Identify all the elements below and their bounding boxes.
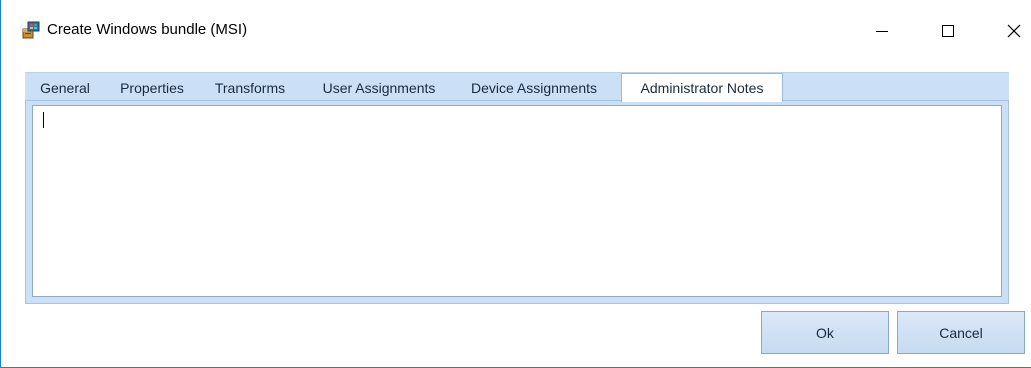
ok-button[interactable]: Ok bbox=[761, 311, 889, 354]
maximize-button[interactable] bbox=[925, 12, 971, 50]
tab-user-assignments[interactable]: User Assignments bbox=[309, 75, 449, 101]
installer-package-icon bbox=[21, 20, 41, 40]
administrator-notes-textarea[interactable] bbox=[32, 105, 1002, 297]
minimize-icon bbox=[876, 30, 888, 32]
tab-transforms[interactable]: Transforms bbox=[205, 75, 295, 101]
minimize-button[interactable] bbox=[859, 12, 905, 50]
tab-general[interactable]: General bbox=[29, 75, 101, 101]
text-caret bbox=[43, 112, 44, 128]
title-bar[interactable]: Create Windows bundle (MSI) bbox=[1, 0, 1031, 62]
dialog-window: Create Windows bundle (MSI) General Prop… bbox=[0, 0, 1031, 368]
close-icon bbox=[1007, 24, 1021, 38]
tab-strip: General Properties Transforms User Assig… bbox=[25, 72, 1009, 102]
window-title: Create Windows bundle (MSI) bbox=[47, 21, 248, 38]
cancel-button[interactable]: Cancel bbox=[897, 311, 1025, 354]
tab-content-panel bbox=[25, 100, 1009, 304]
close-button[interactable] bbox=[991, 12, 1031, 50]
tab-properties[interactable]: Properties bbox=[111, 75, 193, 101]
maximize-icon bbox=[942, 25, 954, 37]
tab-device-assignments[interactable]: Device Assignments bbox=[459, 75, 609, 101]
tab-administrator-notes[interactable]: Administrator Notes bbox=[621, 73, 783, 102]
